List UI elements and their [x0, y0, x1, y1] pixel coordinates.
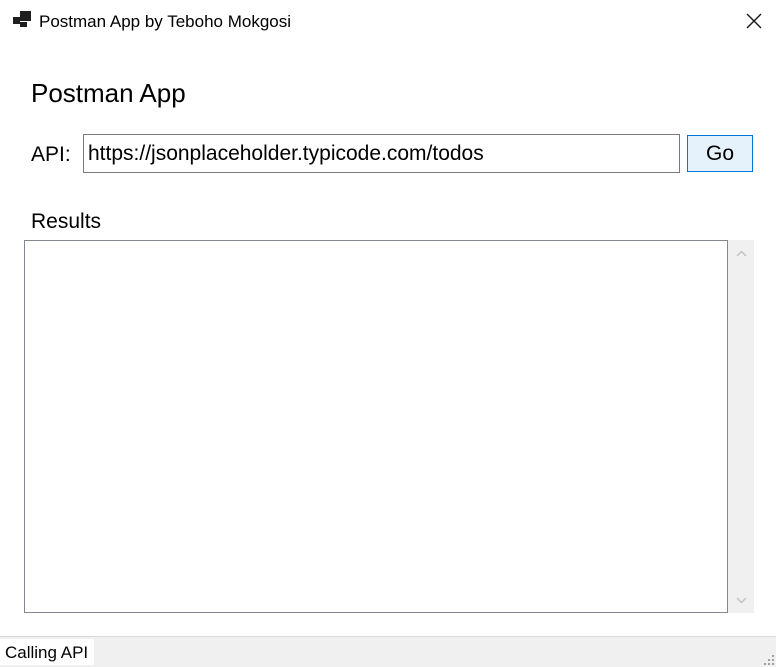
status-bar: Calling API [0, 636, 776, 667]
api-label: API: [31, 143, 71, 166]
app-window-icon [13, 11, 31, 27]
page-title: Postman App [31, 78, 186, 108]
go-button[interactable]: Go [687, 135, 753, 172]
close-button[interactable] [736, 4, 772, 38]
api-url-input[interactable] [83, 134, 680, 173]
chevron-up-icon [736, 250, 747, 257]
results-textarea[interactable] [24, 240, 728, 613]
scroll-down-button[interactable] [728, 587, 754, 613]
resize-grip-icon[interactable] [762, 653, 774, 665]
results-label: Results [31, 210, 102, 233]
chevron-down-icon [736, 597, 747, 604]
title-bar: Postman App by Teboho Mokgosi [0, 0, 776, 44]
results-scrollbar[interactable] [728, 240, 754, 613]
status-text: Calling API [0, 639, 95, 665]
window-title: Postman App by Teboho Mokgosi [39, 12, 292, 31]
close-icon [746, 13, 762, 29]
scroll-up-button[interactable] [728, 240, 754, 266]
